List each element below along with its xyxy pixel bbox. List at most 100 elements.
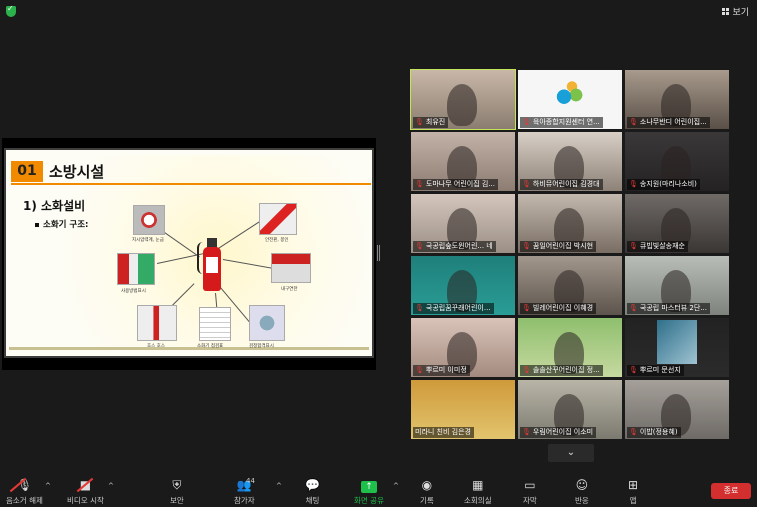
- record-button[interactable]: ◉ 기록: [420, 478, 434, 506]
- participant-tile[interactable]: 🎙 국공립 마스터뷰 2단...: [625, 256, 729, 315]
- participant-name: 🎙 뿌르미 문선지: [627, 365, 684, 376]
- participant-name: 🎙 우림어린이집 이소미: [520, 427, 597, 438]
- participant-tile[interactable]: 🎙 소나무반디 어린이집...: [625, 70, 729, 129]
- participant-name-text: 이밥(정용혜): [639, 428, 678, 436]
- inspection-sheet-image: [199, 307, 231, 341]
- participant-name: 🎙 꿈일어린이집 박시현: [520, 241, 597, 252]
- muted-mic-icon: 🎙: [629, 366, 638, 374]
- participant-tile[interactable]: 🎙 송지원(마리나소비): [625, 132, 729, 191]
- participant-tile[interactable]: 🎙 꿈일어린이집 박시현: [518, 194, 622, 253]
- part-label: 내구연한: [281, 287, 298, 292]
- participant-tile[interactable]: 🎙 이밥(정용혜): [625, 380, 729, 439]
- participant-name: 🎙 도마나무 어린이집 김...: [413, 179, 498, 190]
- security-button[interactable]: ⛨ 보안: [170, 478, 184, 506]
- participant-tile[interactable]: 🎙 하비뮤어린이집 김경대: [518, 132, 622, 191]
- unmute-button[interactable]: 🎙 음소거 해제: [6, 477, 43, 506]
- participant-tile[interactable]: 🎙 육아종합지원센터 연...: [518, 70, 622, 129]
- muted-mic-icon: 🎙: [522, 428, 531, 436]
- pressure-gauge-image: [133, 205, 165, 235]
- participant-name: 🎙 뿌르미 이미정: [413, 365, 470, 376]
- apps-button[interactable]: ⊞ 앱: [628, 478, 638, 506]
- participant-name-text: 송지원(마리나소비): [639, 180, 697, 188]
- participant-name-text: 도마나무 어린이집 김...: [425, 180, 495, 188]
- record-icon: ◉: [421, 478, 433, 492]
- chat-bubble-icon: 💬: [305, 478, 320, 492]
- start-video-button[interactable]: ■ 비디오 시작: [67, 477, 104, 506]
- participant-name: 🎙 육아종합지원센터 연...: [520, 117, 603, 128]
- slide-bullet: 소화기 구조:: [35, 218, 88, 230]
- participant-name: 🎙 이밥(정용혜): [627, 427, 681, 438]
- split-divider-handle[interactable]: [377, 245, 380, 261]
- participant-name-text: 큐빕빛살송재순: [639, 242, 685, 250]
- muted-mic-icon: 🎙: [415, 366, 424, 374]
- slide-title: 소방시설: [49, 163, 105, 181]
- participant-name: 🎙 송지원(마리나소비): [627, 179, 700, 190]
- audio-options-caret[interactable]: ^: [45, 482, 51, 490]
- participant-name-text: 빌레어린이집 이혜경: [532, 304, 594, 312]
- participant-tile[interactable]: 🎙 국공립꿈꾸래어린이...: [411, 256, 515, 315]
- participant-tile[interactable]: 🎙 국공립숲도윈어린... 네: [411, 194, 515, 253]
- muted-mic-icon: 🎙: [415, 180, 424, 188]
- participant-name-text: 국공립꿈꾸래어린이...: [425, 304, 491, 312]
- captions-button[interactable]: ▭ 자막: [523, 478, 537, 506]
- hose-image: [137, 305, 177, 341]
- video-options-caret[interactable]: ^: [108, 482, 114, 490]
- participant-name-text: 뿌르미 문선지: [639, 366, 681, 374]
- participant-name: 🎙 빌레어린이집 이혜경: [520, 303, 597, 314]
- security-shield-icon[interactable]: [6, 4, 16, 17]
- participant-person: [447, 84, 477, 126]
- muted-mic-icon: 🎙: [629, 428, 638, 436]
- safety-pin-image: [259, 203, 297, 235]
- participant-name-text: 소나무반디 어린이집...: [639, 118, 707, 126]
- muted-mic-icon: 🎙: [415, 118, 424, 126]
- participant-name-text: 최유진: [425, 118, 446, 126]
- shared-screen[interactable]: 01 소방시설 1) 소화설비 소화기 구조: 지시압력계, 눈금 안전핀, 봉…: [2, 138, 376, 370]
- participant-tile[interactable]: 🎙 뿌르미 문선지: [625, 318, 729, 377]
- muted-mic-icon: 🎙: [629, 304, 638, 312]
- muted-mic-icon: 🎙: [629, 242, 638, 250]
- chat-button[interactable]: 💬 채팅: [305, 478, 320, 506]
- people-icon: 👥 44: [234, 477, 255, 492]
- view-label: 보기: [732, 8, 749, 18]
- shield-icon: ⛨: [172, 478, 182, 492]
- muted-mic-icon: 🎙: [522, 366, 531, 374]
- share-options-caret[interactable]: ^: [393, 482, 399, 490]
- participant-tile[interactable]: 🎙 뿌르미 이미정: [411, 318, 515, 377]
- show-more-participants-button[interactable]: ⌄: [548, 444, 594, 462]
- share-screen-button[interactable]: ↑ 화면 공유: [354, 478, 384, 506]
- participant-tile[interactable]: 🎙 우림어린이집 이소미: [518, 380, 622, 439]
- part-label: 사용방법표시: [121, 289, 146, 294]
- participant-name: 🎙 최유진: [413, 117, 449, 128]
- participant-name-text: 육아종합지원센터 연...: [532, 118, 600, 126]
- participant-name: 미라니 친비 김은경: [413, 427, 474, 438]
- view-button[interactable]: 보기: [722, 5, 749, 18]
- participant-tile[interactable]: 🎙 큐빕빛살송재순: [625, 194, 729, 253]
- muted-mic-icon: 🎙: [415, 304, 424, 312]
- participant-tile[interactable]: 🎙 솔솔산꾸어린이집 정...: [518, 318, 622, 377]
- part-label: 호스 호스: [147, 344, 165, 349]
- participant-tile[interactable]: 🎙 빌레어린이집 이혜경: [518, 256, 622, 315]
- muted-mic-icon: 🎙: [522, 118, 531, 126]
- end-meeting-button[interactable]: 종료: [711, 483, 751, 499]
- participant-name: 🎙 소나무반디 어린이집...: [627, 117, 710, 128]
- participant-name-text: 하비뮤어린이집 김경대: [532, 180, 600, 188]
- reactions-button[interactable]: ☺ 반응: [575, 478, 589, 506]
- participant-name-text: 솔솔산꾸어린이집 정...: [532, 366, 600, 374]
- participants-button[interactable]: 👥 44 참가자: [234, 477, 255, 506]
- participant-name-text: 국공립 마스터뷰 2단...: [639, 304, 707, 312]
- usage-instructions-image: [117, 253, 155, 285]
- participant-name-text: 뿌르미 이미정: [425, 366, 467, 374]
- part-label: 소화기 점검표: [197, 344, 224, 349]
- participants-options-caret[interactable]: ^: [276, 482, 282, 490]
- part-label: 안전핀, 봉인: [265, 238, 289, 243]
- participant-name: 🎙 국공립꿈꾸래어린이...: [413, 303, 494, 314]
- participant-tile[interactable]: 🎙 도마나무 어린이집 김...: [411, 132, 515, 191]
- microphone-muted-icon: 🎙: [6, 477, 43, 493]
- participant-tile[interactable]: 🎙 최유진: [410, 69, 516, 130]
- participant-name-text: 국공립숲도윈어린... 네: [425, 242, 493, 250]
- certification-mark-image: [249, 305, 285, 341]
- breakout-rooms-button[interactable]: ▦ 소회의실: [464, 478, 492, 506]
- captions-icon: ▭: [524, 478, 536, 492]
- participant-tile[interactable]: 미라니 친비 김은경: [411, 380, 515, 439]
- meeting-toolbar: 🎙 음소거 해제 ^ ■ 비디오 시작 ^ ⛨ 보안 👥44 참가자 ^ 💬 채…: [0, 470, 757, 507]
